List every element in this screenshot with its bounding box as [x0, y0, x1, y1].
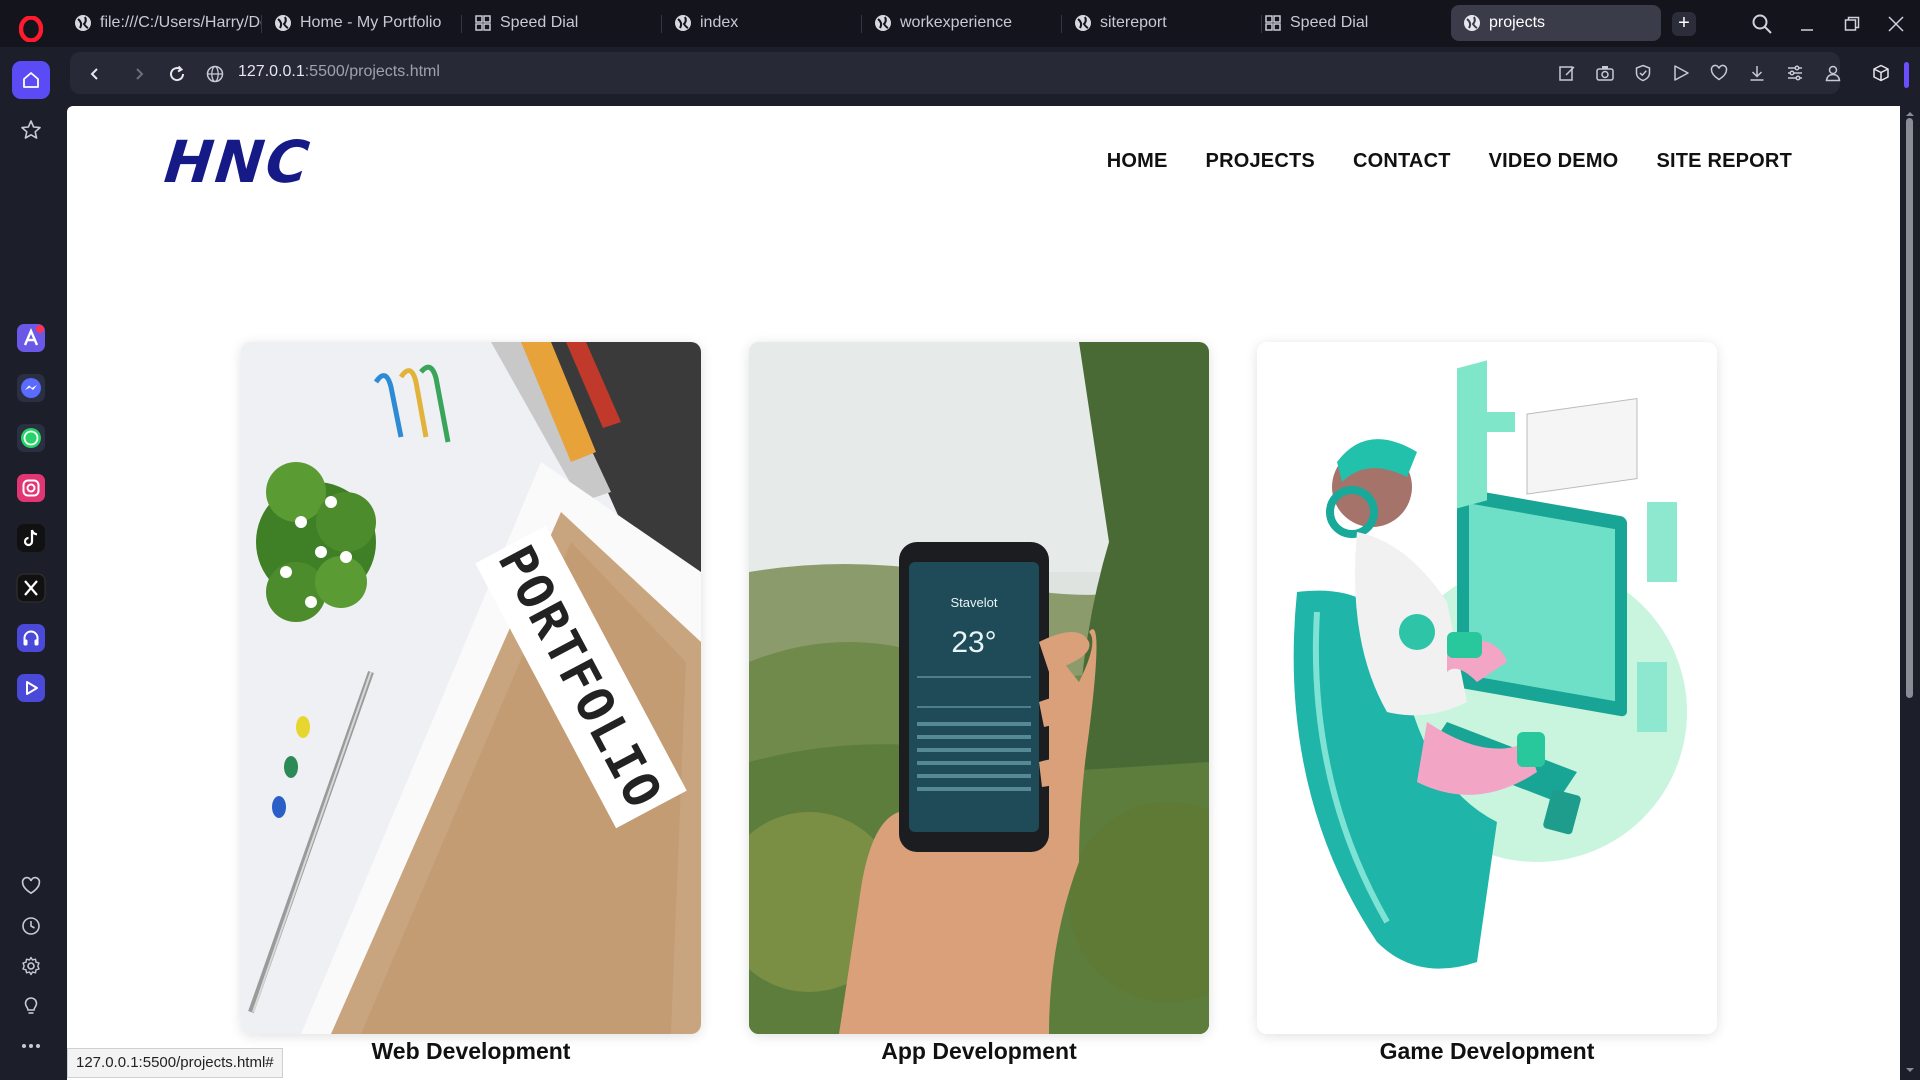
heart-icon[interactable] [1708, 62, 1730, 84]
sidebar-messenger-icon[interactable] [12, 369, 50, 407]
tab-label: projects [1489, 14, 1546, 31]
tab-projects[interactable]: projects [1451, 5, 1661, 41]
sidebar-bookmarks-star-icon[interactable] [12, 111, 50, 149]
globe-icon [874, 14, 892, 32]
phone-in-hand-image: Stavelot 23° [749, 342, 1209, 1034]
scroll-down-icon[interactable] [1900, 1064, 1920, 1076]
tab-file[interactable]: file:///C:/Users/Harry/Do [62, 5, 262, 41]
nav-link-projects[interactable]: PROJECTS [1206, 150, 1315, 173]
address-bar[interactable]: 127.0.0.1:5500/projects.html [70, 52, 1841, 94]
nav-link-contact[interactable]: CONTACT [1353, 150, 1451, 173]
url-host: 127.0.0.1 [238, 63, 305, 80]
tab-sitereport[interactable]: sitereport [1062, 5, 1262, 41]
sidebar-x-twitter-icon[interactable] [12, 569, 50, 607]
project-title-app[interactable]: App Development [749, 1038, 1209, 1065]
sidebar-more-icon[interactable] [12, 1027, 50, 1065]
site-info-globe-icon[interactable] [204, 63, 226, 85]
sidebar-tiktok-icon[interactable] [12, 519, 50, 557]
sidebar-music-player-icon[interactable] [12, 619, 50, 657]
portfolio-folder-image: PORTFOLIO [241, 342, 701, 1034]
nav-link-site-report[interactable]: SITE REPORT [1656, 150, 1792, 173]
tab-label: sitereport [1100, 14, 1167, 31]
tab-label: workexperience [900, 14, 1013, 31]
tab-label: index [700, 14, 739, 31]
close-window-icon[interactable] [1882, 10, 1910, 38]
tab-index[interactable]: index [662, 5, 862, 41]
speed-dial-icon [474, 14, 492, 32]
sidebar-whatsapp-icon[interactable] [12, 419, 50, 457]
tab-strip: file:///C:/Users/Harry/Do Home - My Port… [0, 0, 1920, 47]
sidebar-heart-icon[interactable] [12, 867, 50, 905]
new-tab-button[interactable]: + [1672, 12, 1696, 36]
status-bar-url: 127.0.0.1:5500/projects.html# [67, 1048, 283, 1078]
edit-icon[interactable] [1556, 62, 1578, 84]
forward-icon[interactable] [128, 63, 150, 85]
sidebar-history-clock-icon[interactable] [12, 907, 50, 945]
minimize-icon[interactable] [1793, 10, 1821, 38]
tab-label: Speed Dial [500, 14, 579, 31]
tab-label: Speed Dial [1290, 14, 1369, 31]
sidebar-player-icon[interactable] [12, 669, 50, 707]
sidebar-aria-icon[interactable] [12, 319, 50, 357]
back-icon[interactable] [84, 63, 106, 85]
tab-label: Home - My Portfolio [300, 14, 442, 31]
speed-dial-icon [1264, 14, 1282, 32]
project-card-game[interactable] [1257, 342, 1717, 1034]
project-card-web[interactable]: PORTFOLIO [241, 342, 701, 1034]
game-developer-illustration [1257, 342, 1717, 1034]
scrollbar-thumb[interactable] [1906, 118, 1913, 698]
shield-icon[interactable] [1632, 62, 1654, 84]
extensions-cube-icon[interactable] [1870, 62, 1892, 84]
address-bar-row: 127.0.0.1:5500/projects.html [62, 48, 1920, 102]
sidebar-instagram-icon[interactable] [12, 469, 50, 507]
tab-label: file:///C:/Users/Harry/Do [100, 14, 262, 31]
nav-link-home[interactable]: HOME [1107, 150, 1168, 173]
search-tabs-icon[interactable] [1748, 10, 1776, 38]
sidebar-accent-bar [1904, 62, 1909, 88]
globe-icon [674, 14, 692, 32]
tab-workexperience[interactable]: workexperience [862, 5, 1062, 41]
project-title-web[interactable]: Web Development [241, 1038, 701, 1065]
opera-logo-icon[interactable] [14, 12, 48, 46]
project-card-app[interactable]: Stavelot 23° [749, 342, 1209, 1034]
project-title-game[interactable]: Game Development [1257, 1038, 1717, 1065]
reload-icon[interactable] [166, 63, 188, 85]
restore-icon[interactable] [1838, 10, 1866, 38]
tab-speed-dial-2[interactable]: Speed Dial [1252, 5, 1452, 41]
sidebar-home-icon[interactable] [12, 61, 50, 99]
web-page: HNC HOME PROJECTS CONTACT VIDEO DEMO SIT… [67, 106, 1900, 1080]
site-nav: HOME PROJECTS CONTACT VIDEO DEMO SITE RE… [1107, 150, 1900, 173]
sidebar [0, 47, 62, 1080]
globe-icon [74, 14, 92, 32]
tab-home-portfolio[interactable]: Home - My Portfolio [262, 5, 462, 41]
site-logo[interactable]: HNC [161, 128, 314, 196]
url-path: :5500/projects.html [304, 63, 440, 80]
profile-icon[interactable] [1822, 62, 1844, 84]
flow-send-icon[interactable] [1670, 62, 1692, 84]
sidebar-settings-gear-icon[interactable] [12, 947, 50, 985]
nav-link-video-demo[interactable]: VIDEO DEMO [1489, 150, 1619, 173]
download-icon[interactable] [1746, 62, 1768, 84]
easy-setup-icon[interactable] [1784, 62, 1806, 84]
phone-city-text: Stavelot [951, 595, 998, 610]
sidebar-tips-lightbulb-icon[interactable] [12, 987, 50, 1025]
tab-speed-dial[interactable]: Speed Dial [462, 5, 662, 41]
phone-temp-text: 23° [951, 626, 996, 659]
camera-icon[interactable] [1594, 62, 1616, 84]
globe-icon [1074, 14, 1092, 32]
url-text[interactable]: 127.0.0.1:5500/projects.html [238, 63, 440, 81]
globe-icon [1463, 14, 1481, 32]
globe-icon [274, 14, 292, 32]
